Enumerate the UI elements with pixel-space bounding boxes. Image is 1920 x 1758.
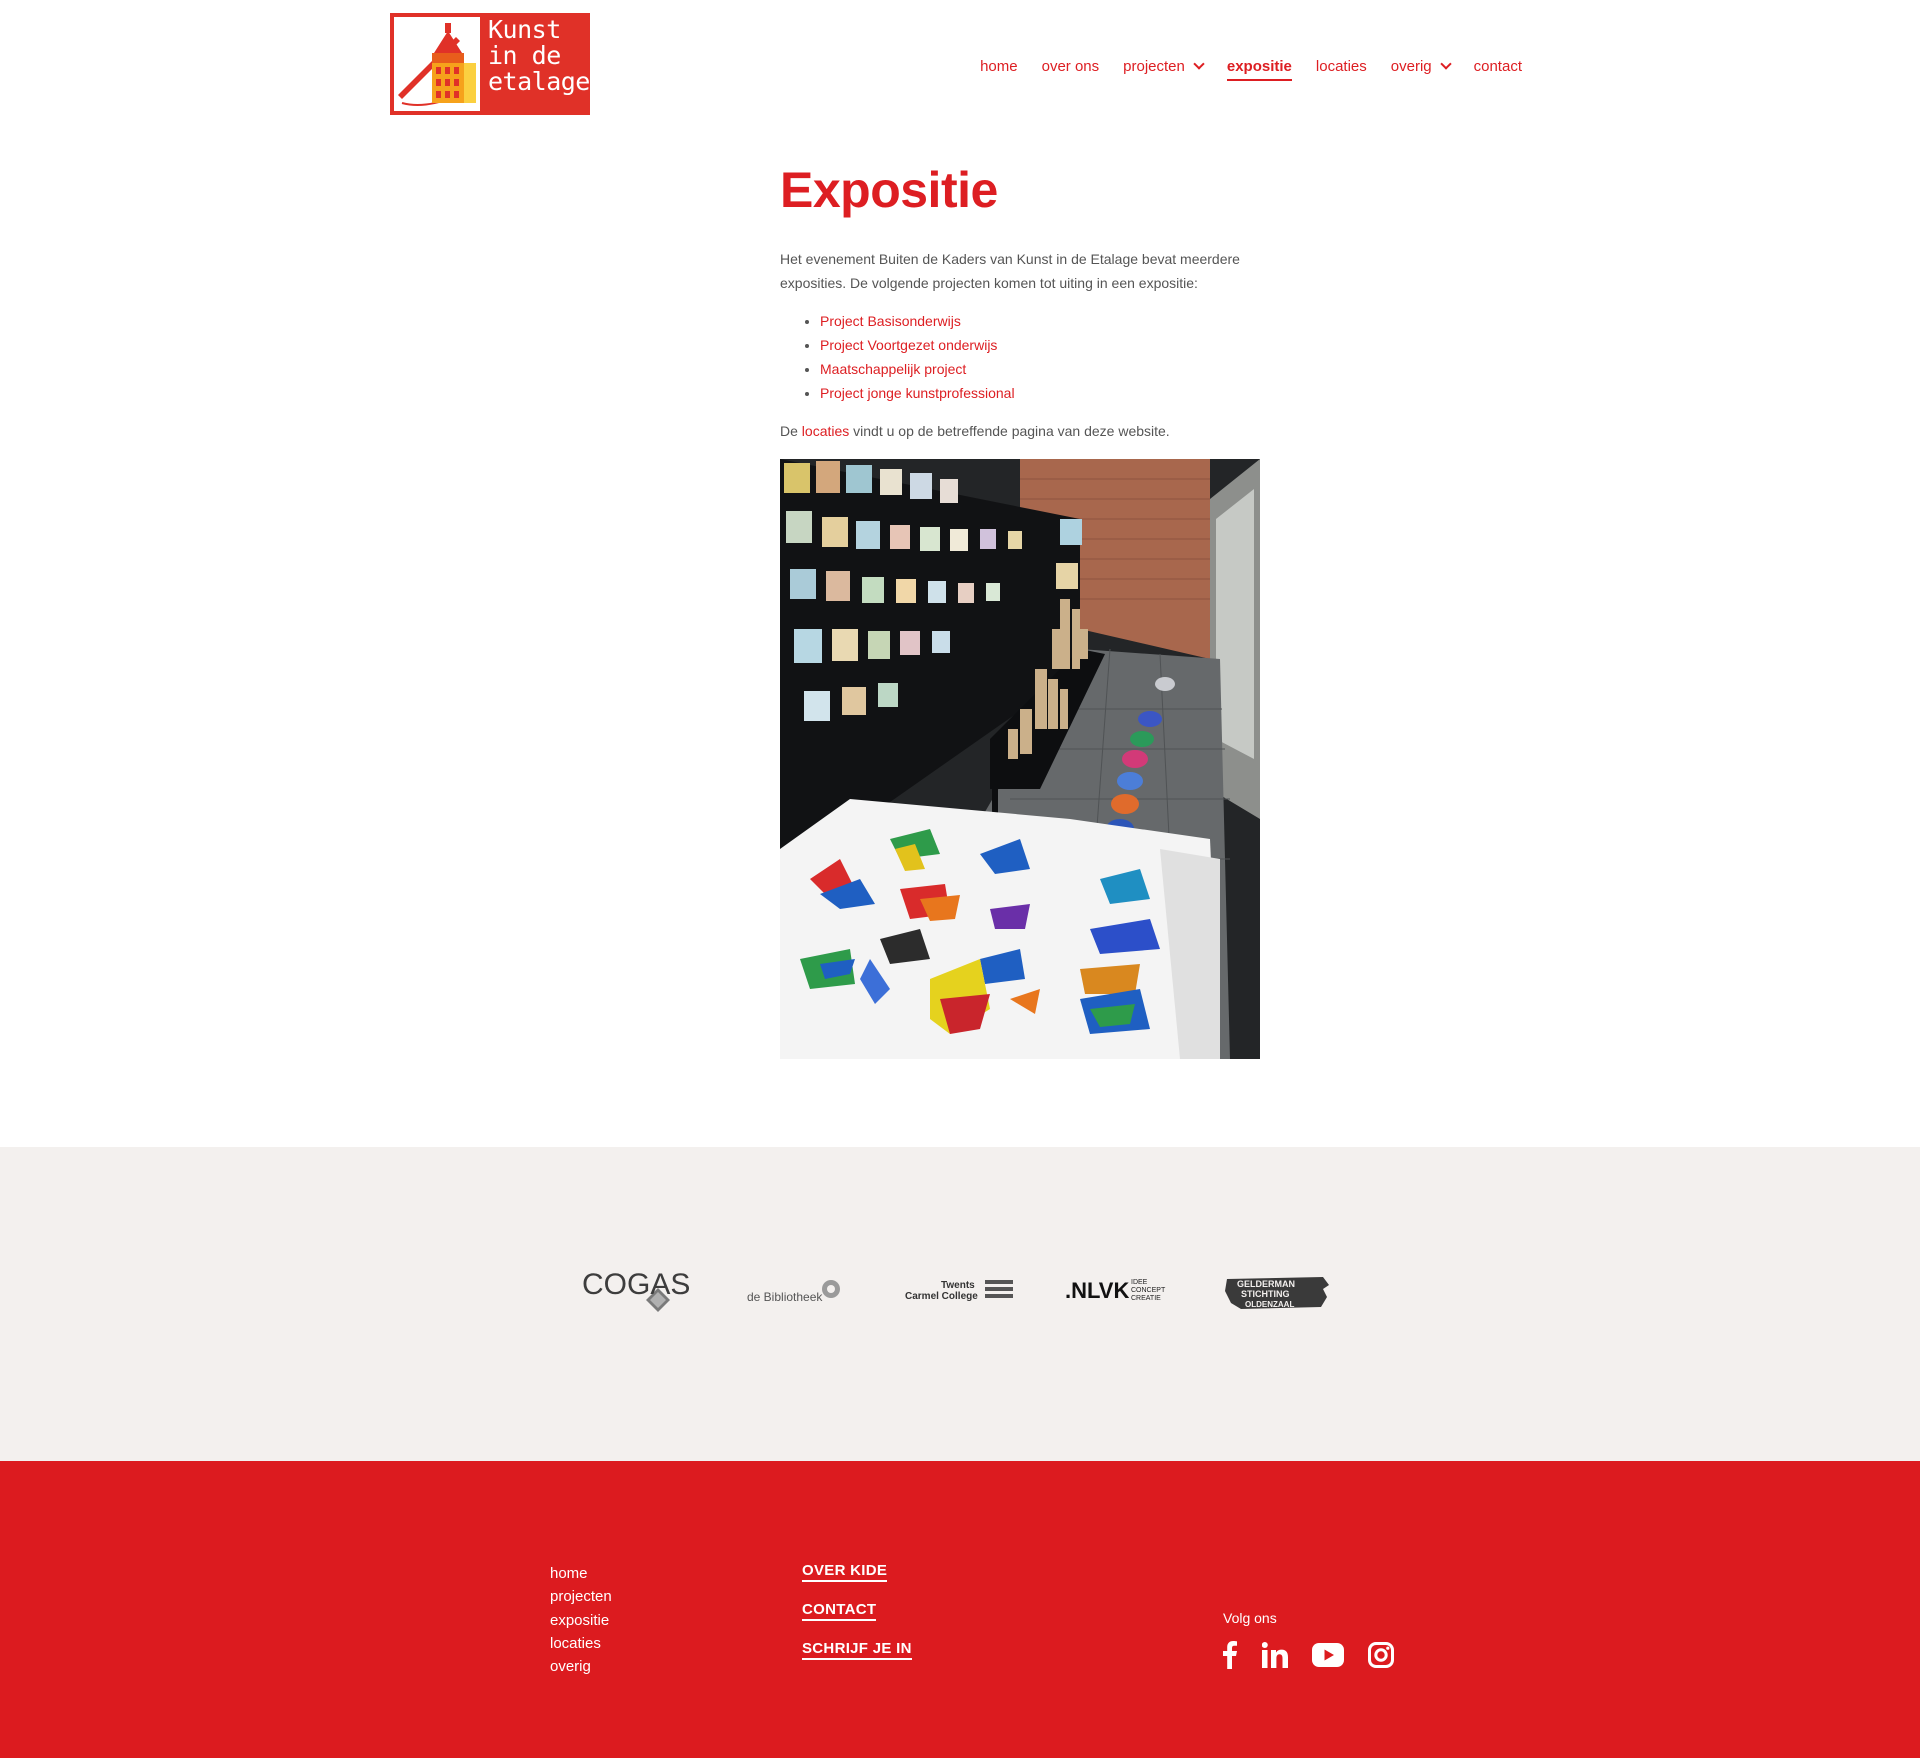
sponsor-text: STICHTING xyxy=(1241,1289,1290,1299)
youtube-icon[interactable] xyxy=(1312,1643,1344,1667)
sponsor-text: CONCEPT xyxy=(1131,1287,1166,1294)
contact-button[interactable]: CONTACT xyxy=(802,1601,877,1621)
nav-item-locaties[interactable]: locaties xyxy=(1316,58,1367,81)
nav-label: expositie xyxy=(1226,58,1292,75)
project-link[interactable]: Project Basisonderwijs xyxy=(820,313,961,329)
project-list: Project Basisonderwijs Project Voortgeze… xyxy=(780,309,1260,405)
nav-item-contact[interactable]: contact xyxy=(1474,58,1522,81)
list-item: Project jonge kunstprofessional xyxy=(820,381,1260,405)
site-logo[interactable]: Kunst in de etalage xyxy=(390,13,590,115)
main-nav: home over ons projecten expositie locati… xyxy=(956,58,1522,81)
nav-item-overig[interactable]: overig xyxy=(1390,58,1452,81)
site-footer: home projecten expositie locaties overig… xyxy=(0,1461,1920,1758)
sponsor-cogas-logo[interactable]: COGAS xyxy=(580,1262,690,1322)
nav-label: contact xyxy=(1473,58,1522,75)
nlvk-icon: .NLVK IDEE CONCEPT CREATIE xyxy=(1065,1278,1166,1303)
footer-nav: home projecten expositie locaties overig xyxy=(550,1562,612,1678)
list-item: Project Basisonderwijs xyxy=(820,309,1260,333)
logo-line-1: Kunst xyxy=(488,15,561,44)
facebook-icon[interactable] xyxy=(1222,1641,1238,1669)
sponsor-text: CREATIE xyxy=(1131,1295,1161,1302)
list-item: Maatschappelijk project xyxy=(820,357,1260,381)
sponsor-text: COGAS xyxy=(582,1268,690,1301)
locations-link[interactable]: locaties xyxy=(802,423,849,439)
social-links xyxy=(1222,1641,1418,1669)
logo-wordmark: Kunst in de etalage xyxy=(480,13,590,115)
nav-label: over ons xyxy=(1041,58,1100,75)
footer-link-overig[interactable]: overig xyxy=(550,1655,612,1678)
linkedin-icon[interactable] xyxy=(1262,1642,1288,1668)
sponsor-text: IDEE xyxy=(1131,1279,1148,1286)
sponsor-text: OLDENZAAL xyxy=(1245,1300,1294,1309)
building-icon xyxy=(398,23,476,106)
carmel-icon: Twents Carmel College xyxy=(905,1280,1013,1302)
over-kide-button[interactable]: OVER KIDE xyxy=(802,1562,888,1582)
nav-item-over-ons[interactable]: over ons xyxy=(1042,58,1100,81)
chevron-down-icon xyxy=(1439,58,1452,70)
chevron-down-icon xyxy=(1193,58,1205,70)
logo-line-2: in de xyxy=(488,41,561,70)
sponsor-text: Carmel College xyxy=(905,1291,978,1302)
project-link[interactable]: Maatschappelijk project xyxy=(820,361,966,377)
list-item: Project Voortgezet onderwijs xyxy=(820,333,1260,357)
locations-prefix: De xyxy=(780,423,798,439)
site-header: Kunst in de etalage home over ons projec… xyxy=(0,0,1920,130)
sponsor-nlvk-logo[interactable]: .NLVK IDEE CONCEPT CREATIE xyxy=(1065,1262,1175,1322)
nav-label: locaties xyxy=(1315,58,1367,75)
nav-label: home xyxy=(980,58,1018,75)
logo-line-3: etalage xyxy=(488,67,590,96)
project-link[interactable]: Project jonge kunstprofessional xyxy=(820,385,1015,401)
nav-item-projecten[interactable]: projecten xyxy=(1123,58,1205,81)
sponsor-text: de Bibliotheek xyxy=(747,1290,823,1304)
intro-text: Het evenement Buiten de Kaders van Kunst… xyxy=(780,251,1240,291)
project-link[interactable]: Project Voortgezet onderwijs xyxy=(820,337,997,353)
locations-text: De locaties vindt u op de betreffende pa… xyxy=(780,419,1260,443)
sponsor-band: COGAS de Bibliotheek Twents Carmel Colle… xyxy=(0,1147,1920,1461)
gelderman-icon: GELDERMAN STICHTING OLDENZAAL xyxy=(1225,1277,1329,1309)
schrijf-je-in-button[interactable]: SCHRIJF JE IN xyxy=(802,1640,912,1660)
exhibition-photo xyxy=(780,459,1260,1059)
footer-buttons: OVER KIDE CONTACT SCHRIJF JE IN xyxy=(802,1562,912,1679)
nav-label: projecten xyxy=(1123,58,1185,75)
sponsor-text: GELDERMAN xyxy=(1237,1279,1295,1289)
nav-item-expositie[interactable]: expositie xyxy=(1226,58,1292,81)
sponsor-gelderman-logo[interactable]: GELDERMAN STICHTING OLDENZAAL xyxy=(1223,1262,1333,1322)
footer-link-expositie[interactable]: expositie xyxy=(550,1609,612,1632)
nav-item-home[interactable]: home xyxy=(980,58,1018,81)
bibliotheek-icon: de Bibliotheek xyxy=(747,1280,840,1304)
sponsor-text: Twents xyxy=(941,1280,975,1291)
nav-label: overig xyxy=(1390,58,1432,75)
footer-link-locaties[interactable]: locaties xyxy=(550,1632,612,1655)
footer-link-projecten[interactable]: projecten xyxy=(550,1585,612,1608)
locations-suffix: vindt u op de betreffende pagina van dez… xyxy=(853,423,1170,439)
exhibition-photo-image xyxy=(780,459,1260,1059)
sponsor-bibliotheek-logo[interactable]: de Bibliotheek xyxy=(745,1262,845,1322)
sponsor-logos: COGAS de Bibliotheek Twents Carmel Colle… xyxy=(580,1262,1330,1322)
main-content: Expositie Het evenement Buiten de Kaders… xyxy=(780,160,1260,1059)
follow-label: Volg ons xyxy=(1223,1610,1277,1626)
sponsor-carmel-logo[interactable]: Twents Carmel College xyxy=(905,1262,1015,1322)
footer-link-home[interactable]: home xyxy=(550,1562,612,1585)
page-title: Expositie xyxy=(780,162,998,218)
instagram-icon[interactable] xyxy=(1368,1642,1394,1668)
cogas-icon: COGAS xyxy=(582,1268,690,1312)
sponsor-text: .NLVK xyxy=(1065,1278,1129,1303)
